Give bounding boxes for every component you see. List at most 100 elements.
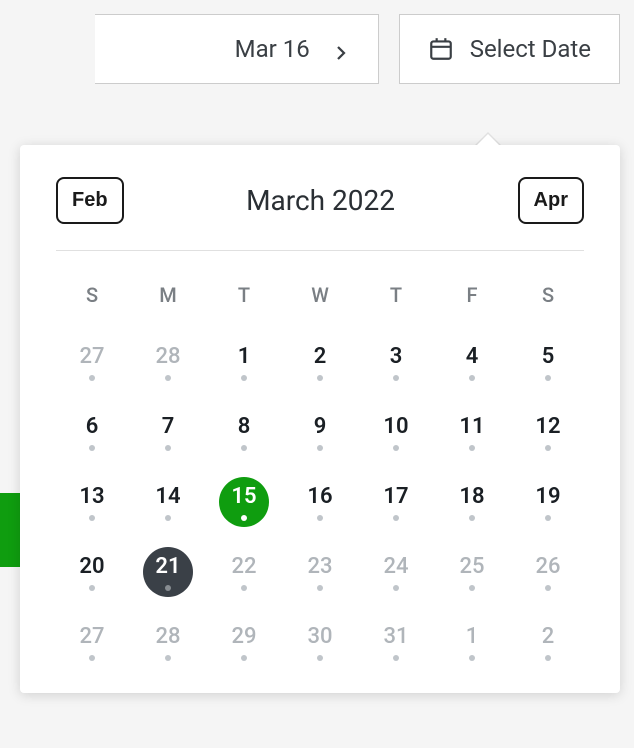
day-header: S	[512, 275, 584, 323]
event-dot-icon	[317, 585, 323, 591]
day-cell[interactable]: 17	[360, 471, 432, 533]
day-cell[interactable]: 6	[56, 401, 128, 463]
day-cell[interactable]: 27	[56, 331, 128, 393]
day-cell[interactable]: 25	[436, 541, 508, 603]
day-number: 20	[79, 554, 104, 579]
day-number: 8	[238, 414, 251, 439]
day-cell[interactable]: 14	[132, 471, 204, 533]
event-dot-icon	[317, 515, 323, 521]
day-cell[interactable]: 12	[512, 401, 584, 463]
day-cell[interactable]: 21	[132, 541, 204, 603]
day-header: S	[56, 275, 128, 323]
day-cell[interactable]: 23	[284, 541, 356, 603]
day-number: 30	[307, 624, 332, 649]
day-number: 2	[314, 344, 327, 369]
top-bar: Mar 16 Select Date	[0, 0, 634, 98]
day-number: 25	[459, 554, 484, 579]
day-cell[interactable]: 26	[512, 541, 584, 603]
day-cell[interactable]: 2	[512, 611, 584, 673]
day-header: W	[284, 275, 356, 323]
event-dot-icon	[317, 445, 323, 451]
event-dot-icon	[469, 655, 475, 661]
event-dot-icon	[469, 445, 475, 451]
select-date-button[interactable]: Select Date	[399, 14, 620, 84]
day-cell[interactable]: 3	[360, 331, 432, 393]
event-dot-icon	[165, 375, 171, 381]
day-number: 7	[162, 414, 175, 439]
event-dot-icon	[165, 655, 171, 661]
day-cell[interactable]: 29	[208, 611, 280, 673]
event-dot-icon	[89, 515, 95, 521]
day-cell[interactable]: 4	[436, 331, 508, 393]
day-cell[interactable]: 24	[360, 541, 432, 603]
day-cell[interactable]: 28	[132, 611, 204, 673]
calendar-header: Feb March 2022 Apr	[56, 177, 584, 251]
day-cell[interactable]: 7	[132, 401, 204, 463]
event-dot-icon	[545, 515, 551, 521]
event-dot-icon	[89, 585, 95, 591]
day-number: 10	[383, 414, 408, 439]
event-dot-icon	[89, 655, 95, 661]
day-number: 4	[466, 344, 479, 369]
chevron-right-icon	[332, 40, 350, 58]
day-cell[interactable]: 18	[436, 471, 508, 533]
event-dot-icon	[545, 655, 551, 661]
day-number: 27	[79, 344, 104, 369]
day-header: T	[360, 275, 432, 323]
day-cell[interactable]: 27	[56, 611, 128, 673]
day-cell[interactable]: 16	[284, 471, 356, 533]
day-number: 14	[155, 484, 180, 509]
event-dot-icon	[545, 445, 551, 451]
day-cell[interactable]: 10	[360, 401, 432, 463]
day-cell[interactable]: 31	[360, 611, 432, 673]
day-cell[interactable]: 28	[132, 331, 204, 393]
event-dot-icon	[165, 585, 171, 591]
day-number: 26	[535, 554, 560, 579]
day-cell[interactable]: 1	[208, 331, 280, 393]
event-dot-icon	[241, 585, 247, 591]
event-dot-icon	[165, 445, 171, 451]
event-dot-icon	[241, 515, 247, 521]
event-dot-icon	[393, 655, 399, 661]
day-cell[interactable]: 20	[56, 541, 128, 603]
day-cell[interactable]: 13	[56, 471, 128, 533]
current-date-label: Mar 16	[235, 35, 310, 63]
day-cell[interactable]: 1	[436, 611, 508, 673]
event-dot-icon	[317, 655, 323, 661]
day-header: M	[132, 275, 204, 323]
day-number: 19	[535, 484, 560, 509]
prev-month-button[interactable]: Feb	[56, 177, 124, 224]
day-cell[interactable]: 11	[436, 401, 508, 463]
day-number: 18	[459, 484, 484, 509]
day-cell[interactable]: 19	[512, 471, 584, 533]
day-number: 1	[466, 624, 479, 649]
day-number: 22	[231, 554, 256, 579]
day-number: 29	[231, 624, 256, 649]
day-number: 6	[86, 414, 99, 439]
day-header: T	[208, 275, 280, 323]
date-picker-popover: Feb March 2022 Apr SMTWTFS27281234567891…	[20, 145, 620, 693]
current-date-tab[interactable]: Mar 16	[95, 14, 379, 84]
day-number: 2	[542, 624, 555, 649]
day-cell[interactable]: 2	[284, 331, 356, 393]
day-number: 27	[79, 624, 104, 649]
day-number: 21	[155, 554, 180, 579]
next-month-button[interactable]: Apr	[518, 177, 584, 224]
event-dot-icon	[241, 655, 247, 661]
day-cell[interactable]: 9	[284, 401, 356, 463]
event-dot-icon	[241, 445, 247, 451]
day-cell[interactable]: 22	[208, 541, 280, 603]
day-cell[interactable]: 8	[208, 401, 280, 463]
day-cell[interactable]: 30	[284, 611, 356, 673]
day-number: 31	[383, 624, 408, 649]
day-number: 28	[155, 344, 180, 369]
day-header: F	[436, 275, 508, 323]
day-cell[interactable]: 15	[208, 471, 280, 533]
day-number: 15	[231, 484, 256, 509]
event-dot-icon	[317, 375, 323, 381]
event-dot-icon	[469, 515, 475, 521]
day-number: 17	[383, 484, 408, 509]
day-number: 11	[459, 414, 484, 439]
day-number: 28	[155, 624, 180, 649]
day-cell[interactable]: 5	[512, 331, 584, 393]
